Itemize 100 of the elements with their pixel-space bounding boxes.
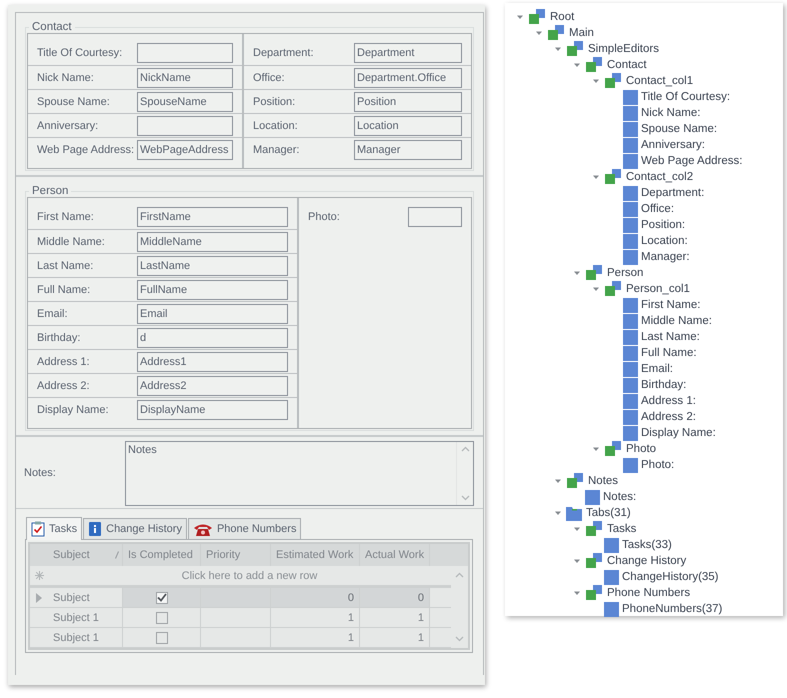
expanded-arrow-icon[interactable] — [572, 558, 580, 564]
tree-item[interactable]: Contact_col2 — [626, 171, 694, 183]
tree-item[interactable]: Contact_col1 — [626, 75, 694, 87]
group-icon — [566, 473, 585, 489]
tree-item[interactable]: Email: — [641, 363, 673, 375]
tree-item[interactable]: Notes: — [603, 491, 636, 503]
input-field[interactable]: FirstName — [137, 207, 288, 227]
tree-item[interactable]: Tabs(31) — [586, 507, 631, 519]
expanded-arrow-icon[interactable] — [554, 510, 562, 516]
group-icon — [604, 169, 623, 185]
input-field[interactable]: SpouseName — [137, 92, 233, 112]
tree-item[interactable]: PhoneNumbers(37) — [622, 603, 722, 615]
input-field[interactable]: WebPageAddress — [137, 140, 233, 160]
input-field[interactable]: Department — [354, 43, 462, 63]
tree-item[interactable]: Anniversary: — [641, 139, 705, 151]
input-field[interactable]: Email — [137, 304, 288, 324]
expanded-arrow-icon[interactable] — [572, 590, 580, 596]
tree-item[interactable]: Middle Name: — [641, 315, 712, 327]
tree-item[interactable]: Contact — [607, 59, 647, 71]
scroll-down-icon[interactable] — [460, 494, 470, 500]
expanded-arrow-icon[interactable] — [592, 174, 600, 180]
tab[interactable]: Change History — [83, 518, 187, 539]
group-icon — [585, 57, 604, 73]
tree-item[interactable]: Root — [550, 11, 574, 23]
tree-item[interactable]: Department: — [641, 187, 704, 199]
item-icon — [623, 346, 638, 360]
input-field[interactable] — [137, 116, 233, 136]
item-icon — [623, 202, 638, 216]
item-icon — [623, 362, 638, 376]
new-row-icon — [34, 571, 44, 580]
field-label: Location: — [253, 120, 299, 132]
input-field[interactable]: d — [137, 328, 288, 348]
tree-item[interactable]: Notes — [588, 475, 618, 487]
tree-item[interactable]: SimpleEditors — [588, 43, 659, 55]
tree-item[interactable]: Change History — [607, 555, 686, 567]
input-field[interactable]: DisplayName — [137, 400, 288, 420]
scroll-up-icon[interactable] — [460, 446, 470, 452]
tree-item[interactable]: Spouse Name: — [641, 123, 718, 135]
group-icon — [547, 25, 566, 41]
input-field[interactable]: NickName — [137, 68, 233, 88]
photo-field[interactable] — [408, 207, 462, 227]
tree-item[interactable]: Address 2: — [641, 411, 696, 423]
tree-item[interactable]: Nick Name: — [641, 107, 700, 119]
expanded-arrow-icon[interactable] — [592, 446, 600, 452]
tree-item[interactable]: First Name: — [641, 299, 700, 311]
tree-item[interactable]: Tasks(33) — [622, 539, 672, 551]
expanded-arrow-icon[interactable] — [516, 14, 524, 20]
tree-item[interactable]: Photo: — [641, 459, 674, 471]
folder-icon — [566, 506, 583, 520]
tree-item[interactable]: Person_col1 — [626, 283, 690, 295]
item-icon — [623, 394, 638, 408]
expanded-arrow-icon[interactable] — [534, 30, 542, 36]
field-label: Nick Name: — [37, 72, 95, 84]
checkbox[interactable] — [156, 632, 168, 644]
expanded-arrow-icon[interactable] — [592, 286, 600, 292]
tree-item[interactable]: Full Name: — [641, 347, 697, 359]
expanded-arrow-icon[interactable] — [554, 478, 562, 484]
input-field[interactable]: Address1 — [137, 352, 288, 372]
tree-item[interactable]: Last Name: — [641, 331, 700, 343]
tree-item[interactable]: Photo — [626, 443, 656, 455]
input-field[interactable]: Location — [354, 116, 462, 136]
field-label: Office: — [253, 72, 286, 84]
tree-item[interactable]: Location: — [641, 235, 688, 247]
tree-item[interactable]: Position: — [641, 219, 686, 231]
checkbox[interactable] — [156, 592, 168, 604]
input-field[interactable]: Position — [354, 92, 462, 112]
tree-item[interactable]: Manager: — [641, 251, 690, 263]
tab[interactable]: Phone Numbers — [188, 518, 302, 539]
expanded-arrow-icon[interactable] — [554, 46, 562, 52]
expanded-arrow-icon[interactable] — [572, 62, 580, 68]
field-label: First Name: — [37, 211, 95, 223]
tab[interactable]: Tasks — [26, 517, 82, 540]
tree-item[interactable]: Title Of Courtesy: — [641, 91, 730, 103]
input-field[interactable]: Address2 — [137, 376, 288, 396]
table-cell: 1 — [360, 608, 430, 627]
tree-item[interactable]: Tasks — [607, 523, 636, 535]
tree-item[interactable]: Web Page Address: — [641, 155, 742, 167]
input-field[interactable]: LastName — [137, 256, 288, 276]
item-icon — [604, 570, 619, 584]
input-field[interactable]: Department.Office — [354, 68, 462, 88]
tree-item[interactable]: Office: — [641, 203, 674, 215]
expanded-arrow-icon[interactable] — [572, 526, 580, 532]
field-label: Position: — [253, 96, 296, 108]
tree-item[interactable]: Phone Numbers — [607, 587, 690, 599]
input-field[interactable] — [137, 43, 233, 63]
field-label: Notes: — [24, 467, 57, 479]
checkbox[interactable] — [156, 612, 168, 624]
expanded-arrow-icon[interactable] — [572, 270, 580, 276]
tree-item[interactable]: Display Name: — [641, 427, 716, 439]
expanded-arrow-icon[interactable] — [592, 78, 600, 84]
input-field[interactable]: Manager — [354, 140, 462, 160]
input-field[interactable]: FullName — [137, 280, 288, 300]
sort-icon — [115, 551, 119, 559]
tree-item[interactable]: Address 1: — [641, 395, 696, 407]
tree-item[interactable]: Main — [569, 27, 594, 39]
tree-item[interactable]: Birthday: — [641, 379, 686, 391]
tree-item[interactable]: Person — [607, 267, 644, 279]
input-field[interactable]: MiddleName — [137, 232, 288, 252]
tree-item[interactable]: ChangeHistory(35) — [622, 571, 719, 583]
notes-field[interactable]: Notes — [125, 440, 474, 506]
